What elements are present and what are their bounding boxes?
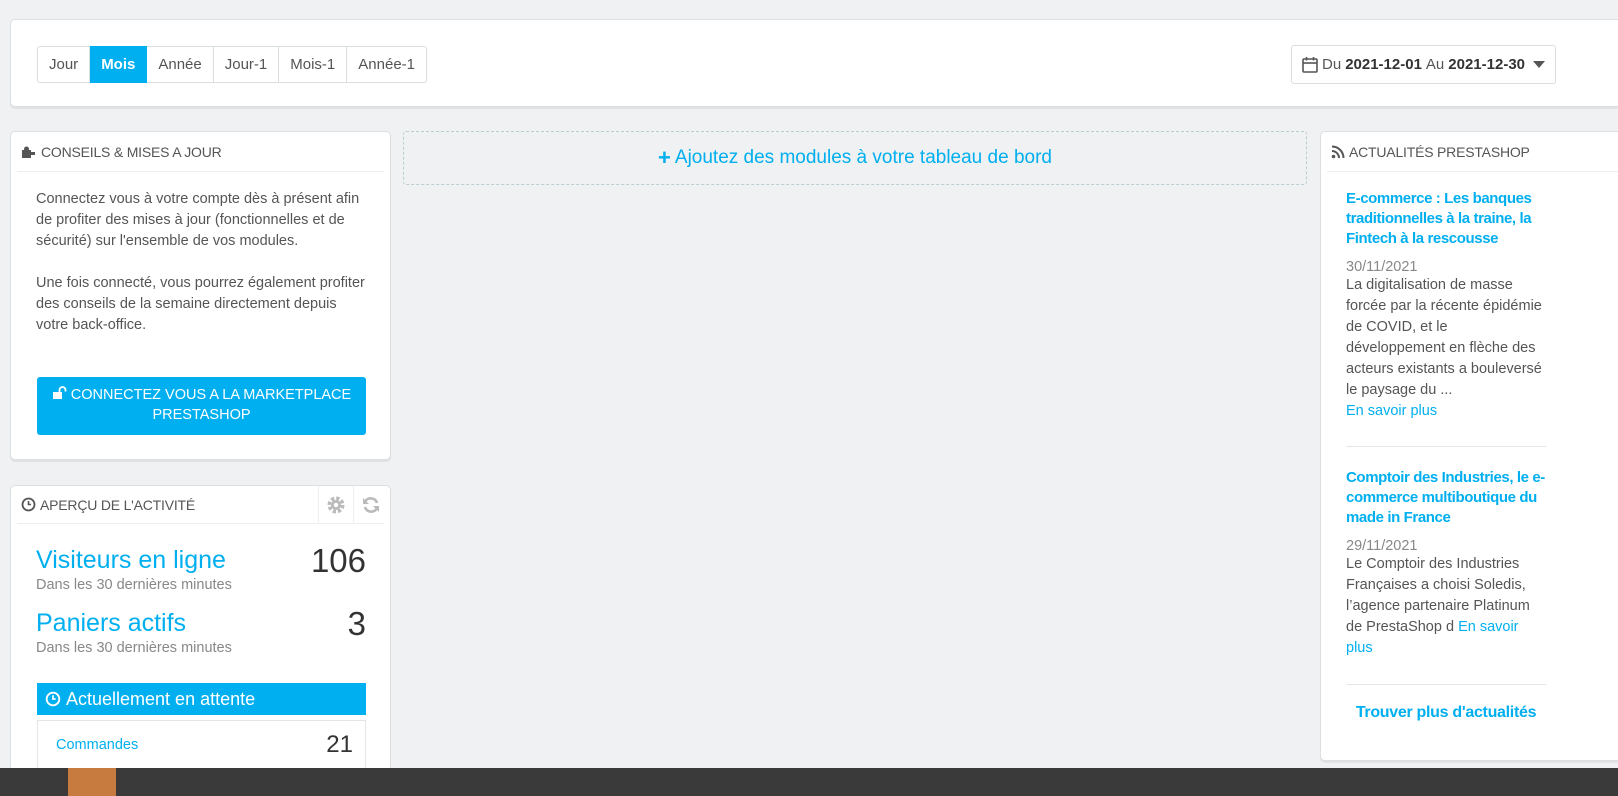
pending-orders-link[interactable]: Commandes xyxy=(56,737,138,753)
conseils-title: CONSEILS & MISES A JOUR xyxy=(41,143,222,160)
period-month-button[interactable]: Mois xyxy=(90,46,148,83)
period-previous-month-button[interactable]: Mois-1 xyxy=(279,46,348,83)
taskbar-strip xyxy=(0,768,1618,796)
pending-title: Actuellement en attente xyxy=(66,688,256,709)
conseils-paragraph-1: Connectez vous à votre compte dès à prés… xyxy=(36,191,360,249)
news-item-text: La digitalisation de masse forcée par la… xyxy=(1346,275,1545,422)
news-item: Comptoir des Industries, le e-commerce m… xyxy=(1346,468,1545,659)
add-modules-button[interactable]: + Ajoutez des modules à votre tableau de… xyxy=(403,131,1307,185)
date-from-value: 2021-12-01 xyxy=(1345,56,1422,73)
connect-marketplace-line1: CONNECTEZ VOUS A LA MARKETPLACE xyxy=(70,387,352,403)
news-panel: ACTUALITÉS PRESTASHOP E-commerce : Les b… xyxy=(1320,131,1618,761)
visitors-value: 106 xyxy=(310,542,366,579)
taskbar-item xyxy=(68,768,116,796)
configure-button[interactable] xyxy=(318,486,353,524)
period-button-group: Jour Mois Année Jour-1 Mois-1 Année-1 xyxy=(37,46,427,83)
carts-label[interactable]: Paniers actifs xyxy=(36,609,366,638)
pending-orders-row: Commandes 21 xyxy=(37,720,366,770)
period-day-button[interactable]: Jour xyxy=(37,46,91,83)
refresh-icon xyxy=(363,497,379,513)
connect-marketplace-line2: PRESTASHOP xyxy=(152,407,251,423)
clock-icon xyxy=(45,691,61,707)
carts-value: 3 xyxy=(347,605,366,642)
unlock-icon xyxy=(52,386,67,399)
date-from-label: Du xyxy=(1322,56,1342,73)
news-divider xyxy=(1346,684,1546,685)
clock-icon xyxy=(21,497,36,512)
news-item-date: 29/11/2021 xyxy=(1346,538,1418,554)
visitors-kpi: Visiteurs en ligne Dans les 30 dernières… xyxy=(36,542,366,593)
news-item-title[interactable]: Comptoir des Industries, le e-commerce m… xyxy=(1346,468,1545,528)
activity-panel: APERÇU DE L'ACTIVITÉ Visiteurs en ligne … xyxy=(10,485,391,785)
period-toolbar: Jour Mois Année Jour-1 Mois-1 Année-1 Du… xyxy=(10,19,1618,107)
news-divider xyxy=(1346,446,1546,447)
news-item-title[interactable]: E-commerce : Les banques traditionnelles… xyxy=(1346,189,1545,249)
pending-orders-count: 21 xyxy=(326,731,353,758)
conseils-paragraph-2: Une fois connecté, vous pourrez égalemen… xyxy=(36,275,365,333)
more-news-link[interactable]: Trouver plus d'actualités xyxy=(1346,704,1546,722)
connect-marketplace-button[interactable]: CONNECTEZ VOUS A LA MARKETPLACE PRESTASH… xyxy=(37,377,366,435)
period-previous-day-button[interactable]: Jour-1 xyxy=(213,46,280,83)
period-year-button[interactable]: Année xyxy=(147,46,214,83)
calendar-icon xyxy=(1302,57,1318,73)
conseils-panel: CONSEILS & MISES A JOUR Connectez vous à… xyxy=(10,131,391,460)
pending-section-header: Actuellement en attente xyxy=(37,683,366,715)
refresh-button[interactable] xyxy=(353,486,388,524)
date-to-label: Au xyxy=(1425,56,1445,73)
news-title: ACTUALITÉS PRESTASHOP xyxy=(1349,143,1530,160)
caret-down-icon xyxy=(1533,61,1546,68)
news-item-excerpt: La digitalisation de masse forcée par la… xyxy=(1346,277,1542,398)
conseils-header: CONSEILS & MISES A JOUR xyxy=(17,132,384,172)
activity-title: APERÇU DE L'ACTIVITÉ xyxy=(40,496,196,513)
period-previous-year-button[interactable]: Année-1 xyxy=(347,46,427,83)
date-range-picker[interactable]: Du 2021-12-01 Au 2021-12-30 xyxy=(1291,45,1557,84)
news-header: ACTUALITÉS PRESTASHOP xyxy=(1327,132,1618,172)
news-item-read-more-link[interactable]: En savoir plus xyxy=(1346,403,1437,419)
add-modules-label: Ajoutez des modules à votre tableau de b… xyxy=(674,147,1052,168)
news-item: E-commerce : Les banques traditionnelles… xyxy=(1346,189,1545,422)
date-to-value: 2021-12-30 xyxy=(1448,56,1526,73)
gear-icon xyxy=(327,496,345,514)
rss-icon xyxy=(1331,145,1345,158)
puzzle-icon xyxy=(22,146,35,158)
carts-subtitle: Dans les 30 dernières minutes xyxy=(36,640,232,656)
news-item-text: Le Comptoir des Industries Françaises a … xyxy=(1346,554,1545,659)
plus-icon: + xyxy=(658,145,671,170)
news-item-date: 30/11/2021 xyxy=(1346,259,1418,275)
carts-kpi: Paniers actifs Dans les 30 dernières min… xyxy=(36,605,366,656)
